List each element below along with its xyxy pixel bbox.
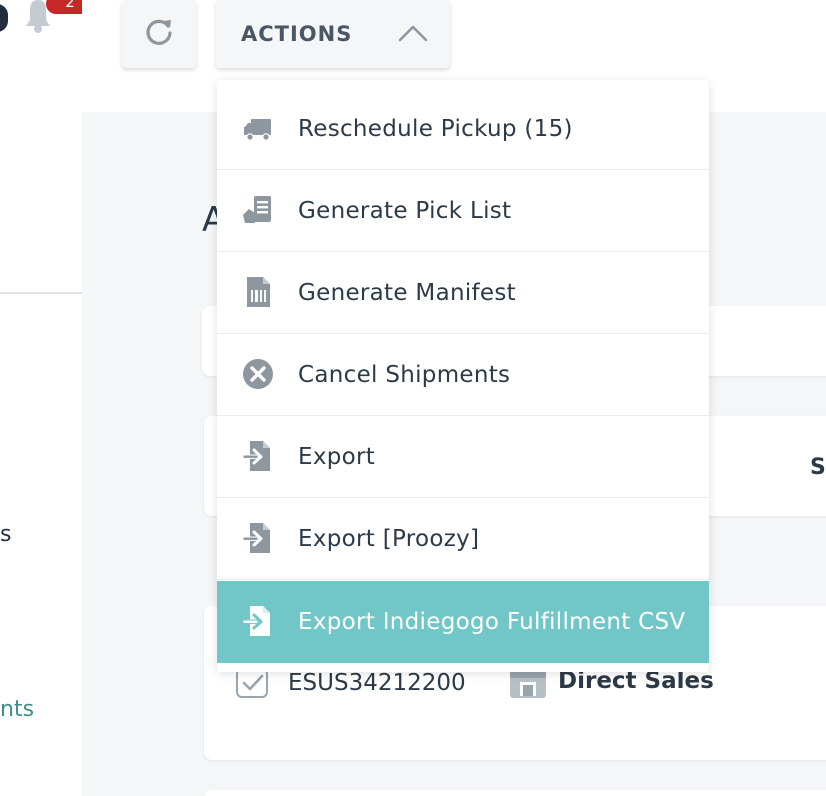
actions-label: ACTIONS bbox=[241, 22, 353, 46]
menu-item-export-indiegogo[interactable]: Export Indiegogo Fulfillment CSV bbox=[217, 581, 709, 663]
truck-icon bbox=[241, 111, 275, 145]
menu-item-cancel-shipments[interactable]: Cancel Shipments bbox=[217, 334, 709, 416]
menu-item-label: Generate Pick List bbox=[298, 198, 512, 224]
export-icon bbox=[241, 521, 275, 555]
export-icon bbox=[241, 439, 275, 473]
actions-dropdown-button[interactable]: ACTIONS bbox=[216, 0, 450, 68]
refresh-button[interactable] bbox=[122, 0, 196, 68]
sidebar-item-label[interactable]: nts bbox=[0, 697, 34, 722]
sidebar: s nts bbox=[0, 0, 82, 796]
menu-item-reschedule-pickup[interactable]: Reschedule Pickup (15) bbox=[217, 88, 709, 170]
export-icon bbox=[241, 604, 275, 638]
order-id[interactable]: ESUS34212200 bbox=[288, 670, 466, 696]
avatar[interactable] bbox=[0, 4, 8, 32]
filter-label: S bbox=[810, 455, 826, 480]
pick-list-icon bbox=[241, 193, 275, 227]
menu-item-export-proozy[interactable]: Export [Proozy] bbox=[217, 498, 709, 580]
cancel-icon bbox=[241, 357, 275, 391]
menu-item-export[interactable]: Export bbox=[217, 416, 709, 498]
menu-item-label: Cancel Shipments bbox=[298, 362, 511, 388]
sidebar-item-label[interactable]: s bbox=[0, 522, 11, 547]
chevron-up-icon bbox=[398, 22, 428, 48]
shipment-card bbox=[204, 790, 826, 796]
menu-item-label: Reschedule Pickup (15) bbox=[298, 116, 573, 142]
menu-item-generate-pick-list[interactable]: Generate Pick List bbox=[217, 170, 709, 252]
menu-item-label: Generate Manifest bbox=[298, 280, 516, 306]
sidebar-divider bbox=[0, 292, 82, 294]
actions-menu: Reschedule Pickup (15) Generate Pick Lis… bbox=[217, 80, 709, 672]
row-checkbox[interactable] bbox=[236, 668, 268, 698]
menu-item-label: Export bbox=[298, 444, 376, 470]
menu-item-generate-manifest[interactable]: Generate Manifest bbox=[217, 252, 709, 334]
menu-item-label: Export Indiegogo Fulfillment CSV bbox=[298, 609, 686, 635]
menu-item-label: Export [Proozy] bbox=[298, 526, 480, 552]
manifest-icon bbox=[241, 275, 275, 309]
refresh-icon bbox=[144, 17, 174, 51]
